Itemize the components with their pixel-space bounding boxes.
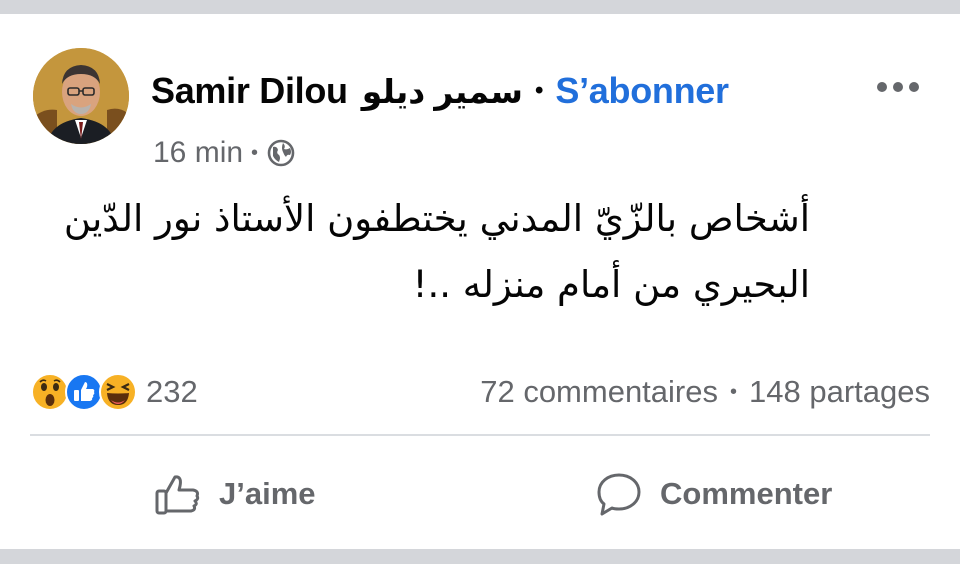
separator-dot: • <box>251 141 259 164</box>
author-photo <box>33 48 129 144</box>
post-text-line: أشخاص بالزّيّ المدني يختطفون الأستاذ نور… <box>63 197 810 240</box>
like-label: J’aime <box>219 476 316 511</box>
follow-button[interactable]: S’abonner <box>555 70 729 112</box>
more-options-icon[interactable] <box>868 70 928 104</box>
post-body: أشخاص بالزّيّ المدني يختطفون الأستاذ نور… <box>20 186 810 318</box>
comment-label: Commenter <box>660 476 833 511</box>
reactions-summary[interactable]: 232 <box>30 372 198 412</box>
post-header: Samir Dilou سمير ديلو • S’abonner <box>151 68 729 114</box>
avatar[interactable] <box>33 48 129 144</box>
author-name-arabic[interactable]: سمير ديلو <box>362 72 523 111</box>
globe-icon[interactable] <box>266 138 296 168</box>
thumbs-up-icon <box>155 475 200 515</box>
haha-reaction-icon <box>99 373 137 411</box>
post-card: Samir Dilou سمير ديلو • S’abonner 16 min… <box>0 14 960 549</box>
post-meta: 16 min • <box>153 134 296 172</box>
post-stats: 72 commentaires • 148 partages <box>480 372 930 412</box>
dot <box>909 82 919 92</box>
like-button[interactable]: J’aime <box>153 466 316 522</box>
divider <box>30 434 930 436</box>
post-text-line: البحيري من أمام منزله ..! <box>412 263 810 306</box>
comment-button[interactable]: Commenter <box>594 466 832 522</box>
dot <box>893 82 903 92</box>
separator-dot: • <box>534 77 544 104</box>
reaction-count[interactable]: 232 <box>146 374 198 410</box>
author-name[interactable]: Samir Dilou <box>151 70 348 112</box>
comments-count[interactable]: 72 commentaires <box>480 374 718 410</box>
comment-bubble-icon <box>597 473 641 516</box>
reaction-icons <box>30 372 137 412</box>
post-timestamp[interactable]: 16 min <box>153 136 243 170</box>
separator-dot: • <box>730 380 738 403</box>
shares-count[interactable]: 148 partages <box>749 374 930 410</box>
dot <box>877 82 887 92</box>
